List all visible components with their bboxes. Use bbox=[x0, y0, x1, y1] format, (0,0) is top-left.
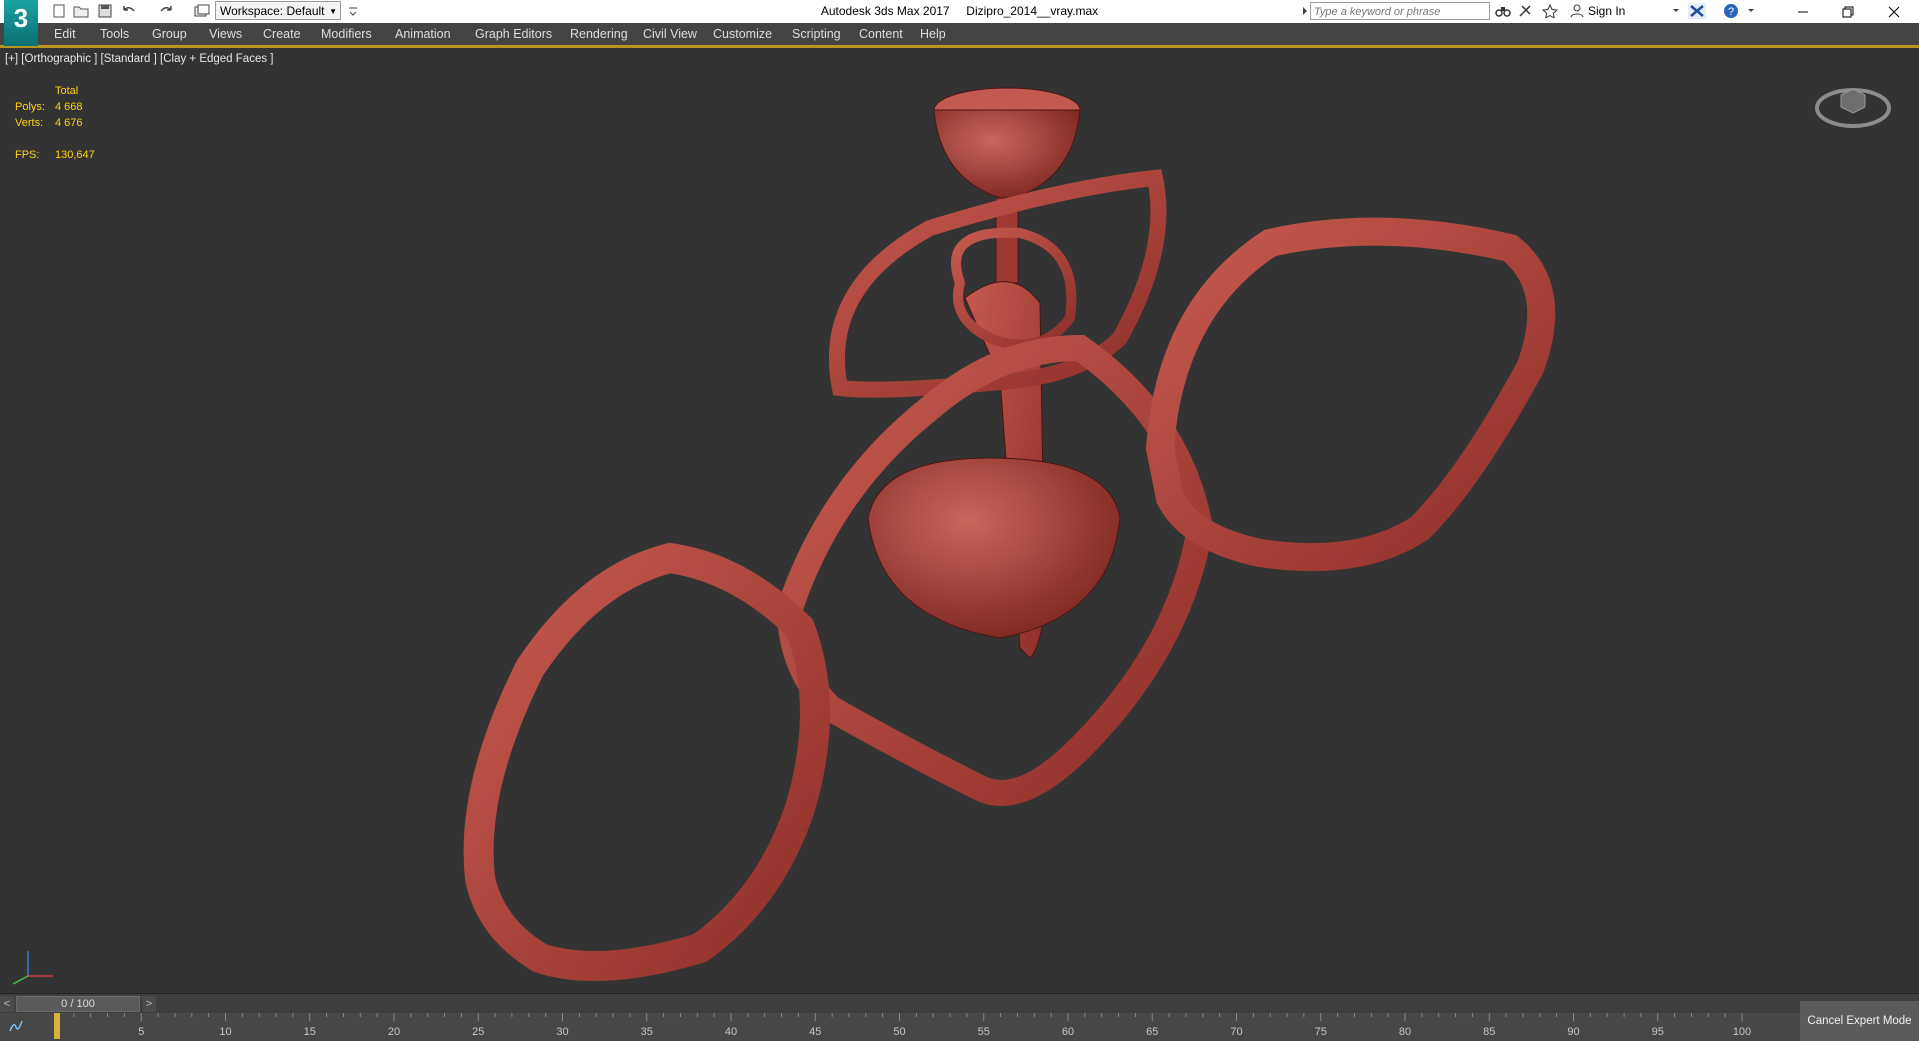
track-bar[interactable]: 0510152025303540455055606570758085909510… bbox=[0, 1013, 1800, 1041]
sign-in-chevron-icon[interactable] bbox=[1667, 3, 1685, 19]
timeline-tick-label: 55 bbox=[978, 1026, 990, 1038]
menu-animation[interactable]: Animation bbox=[395, 23, 451, 45]
workspace-dropdown[interactable]: Workspace: Default ▼ bbox=[215, 1, 341, 20]
redo-icon[interactable] bbox=[157, 3, 175, 19]
menu-content[interactable]: Content bbox=[859, 23, 903, 45]
timeline-tick-label: 25 bbox=[472, 1026, 484, 1038]
quick-access-overflow-icon[interactable] bbox=[344, 3, 362, 19]
file-name: Dizipro_2014__vray.max bbox=[966, 4, 1099, 18]
timeline-tick-label: 70 bbox=[1230, 1026, 1242, 1038]
user-icon[interactable] bbox=[1568, 3, 1586, 19]
timeline-tick-label: 100 bbox=[1733, 1026, 1751, 1038]
time-slider-thumb[interactable]: 0 / 100 bbox=[16, 996, 140, 1012]
time-next-button[interactable]: > bbox=[142, 996, 156, 1012]
timeline-tick-label: 40 bbox=[725, 1026, 737, 1038]
menu-modifiers[interactable]: Modifiers bbox=[321, 23, 372, 45]
timeline-tick-label: 35 bbox=[641, 1026, 653, 1038]
timeline-tick-label: 15 bbox=[304, 1026, 316, 1038]
timeline-tick-label: 10 bbox=[219, 1026, 231, 1038]
binoculars-icon[interactable] bbox=[1494, 3, 1512, 19]
menu-tools[interactable]: Tools bbox=[100, 23, 129, 45]
timeline-tick-label: 95 bbox=[1652, 1026, 1664, 1038]
timeline-tick-label: 5 bbox=[138, 1026, 144, 1038]
cancel-expert-mode-button[interactable]: Cancel Expert Mode bbox=[1800, 1001, 1919, 1041]
subscription-center-icon[interactable] bbox=[1517, 3, 1535, 19]
timeline-ruler[interactable]: 0510152025303540455055606570758085909510… bbox=[0, 1013, 1800, 1041]
help-icon[interactable]: ? bbox=[1722, 3, 1740, 19]
timeline-tick-label: 90 bbox=[1567, 1026, 1579, 1038]
chandelier-model[interactable] bbox=[0, 48, 1919, 994]
time-slider[interactable]: < 0 / 100 > bbox=[0, 993, 1919, 1014]
menu-help[interactable]: Help bbox=[920, 23, 946, 45]
undo-icon[interactable] bbox=[120, 3, 138, 19]
timeline-tick-label: 65 bbox=[1146, 1026, 1158, 1038]
restore-icon[interactable] bbox=[1826, 0, 1870, 23]
timeline-tick-label: 85 bbox=[1483, 1026, 1495, 1038]
close-icon[interactable] bbox=[1872, 0, 1916, 23]
current-frame-marker[interactable] bbox=[54, 1013, 60, 1039]
chevron-down-icon: ▼ bbox=[329, 7, 337, 16]
timeline-tick-label: 80 bbox=[1399, 1026, 1411, 1038]
new-file-icon[interactable] bbox=[50, 3, 68, 19]
sign-in-button[interactable]: Sign In bbox=[1588, 0, 1625, 23]
menu-scripting[interactable]: Scripting bbox=[792, 23, 841, 45]
perspective-viewport[interactable]: [+] [Orthographic ] [Standard ] [Clay + … bbox=[0, 47, 1919, 994]
menu-views[interactable]: Views bbox=[209, 23, 242, 45]
minimize-icon[interactable] bbox=[1781, 0, 1825, 23]
help-chevron-icon[interactable] bbox=[1742, 3, 1760, 19]
app-logo-icon[interactable]: 3 bbox=[4, 0, 38, 46]
svg-text:?: ? bbox=[1728, 6, 1734, 18]
menu-civil-view[interactable]: Civil View bbox=[643, 23, 697, 45]
viewcube-icon[interactable] bbox=[1813, 73, 1893, 133]
timeline-tick-label: 45 bbox=[809, 1026, 821, 1038]
timeline-tick-label: 60 bbox=[1062, 1026, 1074, 1038]
menu-rendering[interactable]: Rendering bbox=[570, 23, 628, 45]
project-folder-icon[interactable] bbox=[193, 3, 211, 19]
timeline-tick-label: 75 bbox=[1315, 1026, 1327, 1038]
timeline-tick-label: 20 bbox=[388, 1026, 400, 1038]
exchange-apps-icon[interactable] bbox=[1688, 3, 1706, 19]
axis-tripod-icon bbox=[12, 951, 53, 985]
menu-customize[interactable]: Customize bbox=[713, 23, 772, 45]
app-name: Autodesk 3ds Max 2017 bbox=[820, 4, 950, 18]
favorites-star-icon[interactable] bbox=[1541, 3, 1559, 19]
timeline-tick-label: 50 bbox=[893, 1026, 905, 1038]
search-input[interactable]: Type a keyword or phrase bbox=[1310, 2, 1490, 20]
menu-graph-editors[interactable]: Graph Editors bbox=[475, 23, 552, 45]
menu-group[interactable]: Group bbox=[152, 23, 187, 45]
menu-edit[interactable]: Edit bbox=[54, 23, 76, 45]
timeline-tick-label: 30 bbox=[556, 1026, 568, 1038]
title-bar: 3 Workspace: Default ▼ Autodesk 3ds Max … bbox=[0, 0, 1919, 46]
workspace-label: Workspace: Default bbox=[220, 4, 325, 18]
menu-bar: Edit Tools Group Views Create Modifiers … bbox=[0, 23, 1919, 47]
save-icon[interactable] bbox=[96, 3, 114, 19]
open-file-icon[interactable] bbox=[72, 3, 90, 19]
menu-create[interactable]: Create bbox=[263, 23, 301, 45]
time-prev-button[interactable]: < bbox=[0, 996, 14, 1012]
